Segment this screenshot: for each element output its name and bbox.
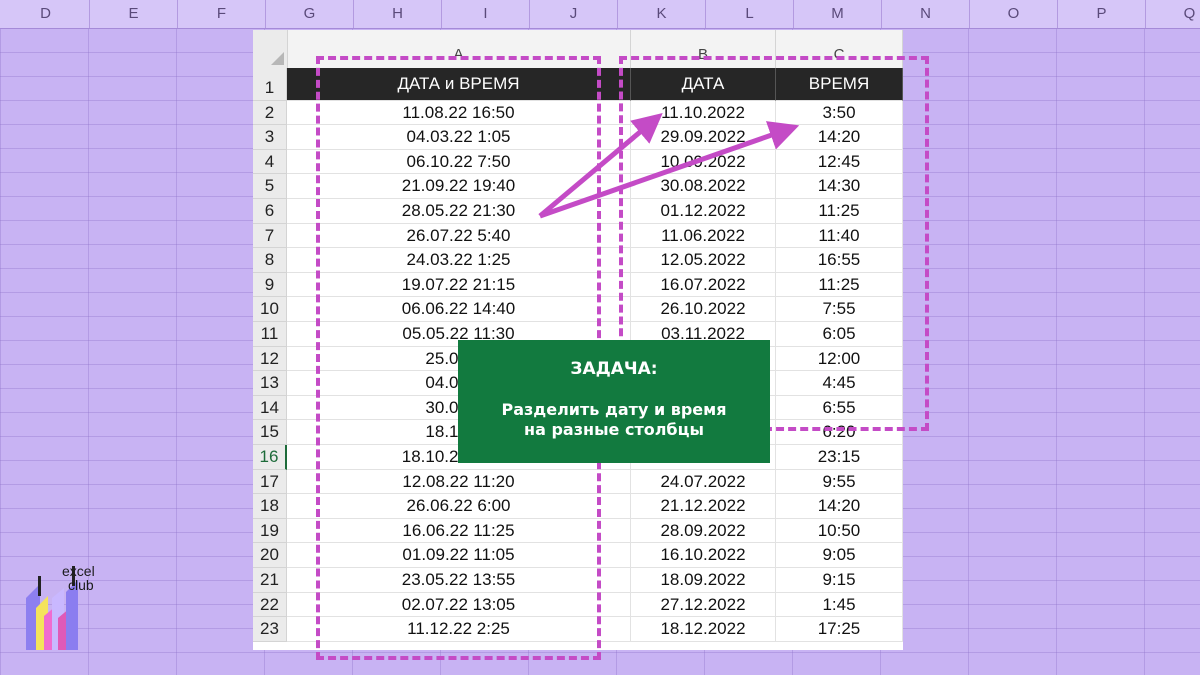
logo-text-excel: excel [62, 563, 95, 579]
arrow-to-date-column [538, 112, 663, 218]
arrow-to-time-column [539, 121, 800, 219]
task-card: ЗАДАЧА: Разделить дату и время на разные… [458, 340, 770, 463]
logo-text-club: club [68, 577, 94, 593]
excel-club-logo: excel club [24, 558, 106, 650]
task-description-line-2: на разные столбцы [524, 420, 704, 439]
split-arrows [538, 112, 800, 219]
task-description-line-1: Разделить дату и время [501, 400, 727, 419]
task-title: ЗАДАЧА: [570, 359, 658, 379]
